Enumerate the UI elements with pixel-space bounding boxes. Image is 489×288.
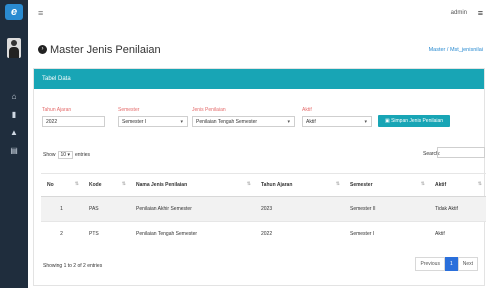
cell-kode: PTS <box>83 221 130 246</box>
card-header: Tabel Data <box>34 69 484 89</box>
user-avatar[interactable] <box>7 38 21 58</box>
cell-nama: Penilaian Tengah Semester <box>130 221 255 246</box>
cell-kode: PAS <box>83 196 130 222</box>
col-tahun-label: Tahun Ajaran <box>261 182 293 188</box>
tahun-label: Tahun Ajaran <box>42 107 72 113</box>
col-aktif[interactable]: Aktif ⇅ <box>429 173 486 197</box>
entries-label: entries <box>74 152 90 158</box>
document-icon[interactable]: ▤ <box>9 146 19 156</box>
entries-value: 10 <box>60 152 67 158</box>
save-button-label: Simpan Jenis Penilaian <box>391 118 444 124</box>
sort-icon: ⇅ <box>74 181 79 187</box>
tahun-input[interactable]: 2022 <box>42 116 105 127</box>
page-header: › Master Jenis Penilaian Master / Mst_je… <box>28 28 489 66</box>
col-no-label: No <box>47 182 54 188</box>
search-input[interactable] <box>437 147 485 158</box>
chevron-circle-icon: › <box>38 45 47 54</box>
cell-nama: Penilaian Akhir Semester <box>130 196 255 222</box>
col-no[interactable]: No ⇅ <box>41 173 83 197</box>
cell-no: 2 <box>41 221 83 246</box>
entries-select[interactable]: 10 ▾ <box>57 151 73 159</box>
aktif-select[interactable]: Aktif ▾ <box>302 116 372 127</box>
app-logo[interactable]: e <box>5 4 23 20</box>
cell-tahun: 2022 <box>255 221 344 246</box>
col-tahun[interactable]: Tahun Ajaran ⇅ <box>255 173 344 197</box>
table-info: Showing 1 to 2 of 2 entries <box>43 263 103 269</box>
book-icon[interactable]: ▮ <box>9 110 19 120</box>
col-semester[interactable]: Semester ⇅ <box>344 173 429 197</box>
hamburger-menu-icon[interactable]: ≡ <box>38 8 43 18</box>
semester-label: Semester <box>118 107 140 113</box>
jenis-label: Jenis Penilaian <box>192 107 226 113</box>
cell-semester: Semester I <box>344 221 429 246</box>
page-1-button[interactable]: 1 <box>444 257 458 271</box>
col-kode[interactable]: Kode ⇅ <box>83 173 130 197</box>
col-aktif-label: Aktif <box>435 182 447 188</box>
col-nama-label: Nama Jenis Penilaian <box>136 182 188 188</box>
next-button[interactable]: Next <box>457 257 478 271</box>
top-navbar: ≡ admin ≡ <box>28 0 489 29</box>
sort-icon: ⇅ <box>246 181 251 187</box>
aktif-value: Aktif <box>306 119 316 125</box>
building-icon[interactable]: ▲ <box>9 128 19 138</box>
sort-icon: ⇅ <box>420 181 425 187</box>
semester-select[interactable]: Semester I ▾ <box>118 116 188 127</box>
aktif-label: Aktif <box>302 107 312 113</box>
table-header-row: No ⇅ Kode ⇅ Nama Jenis Penilaian ⇅ Tahun Aj… <box>41 173 486 197</box>
tahun-value: 2022 <box>46 119 58 125</box>
dropdown-arrow-icon: ▾ <box>180 119 183 125</box>
sort-icon: ⇅ <box>477 181 482 187</box>
cell-aktif: Tidak Aktif <box>429 196 486 222</box>
cell-semester: Semester II <box>344 196 429 222</box>
sidebar: e ⌂ ▮ ▲ ▤ <box>0 0 28 288</box>
cell-no: 1 <box>41 196 83 222</box>
data-table: No ⇅ Kode ⇅ Nama Jenis Penilaian ⇅ Tahun Aj… <box>41 173 486 246</box>
col-nama[interactable]: Nama Jenis Penilaian ⇅ <box>130 173 255 197</box>
col-kode-label: Kode <box>89 182 102 188</box>
settings-menu-icon[interactable]: ≡ <box>478 8 483 18</box>
save-button[interactable]: ▣ Simpan Jenis Penilaian <box>378 115 450 127</box>
page-title: Master Jenis Penilaian <box>50 44 161 56</box>
sort-icon: ⇅ <box>335 181 340 187</box>
jenis-value: Penilaian Tengah Semester <box>196 119 258 125</box>
card-title: Tabel Data <box>42 76 71 82</box>
table-row[interactable]: 2 PTS Penilaian Tengah Semester 2022 Sem… <box>41 221 486 246</box>
data-card: Tabel Data Tahun Ajaran 2022 Semester Se… <box>33 68 486 286</box>
sort-icon: ⇅ <box>121 181 126 187</box>
user-name[interactable]: admin <box>451 10 467 16</box>
breadcrumb[interactable]: Master / Mst_jenisnilai <box>429 47 483 53</box>
dropdown-arrow-icon: ▾ <box>364 119 367 125</box>
prev-button[interactable]: Previous <box>415 257 445 271</box>
home-icon[interactable]: ⌂ <box>9 92 19 102</box>
jenis-select[interactable]: Penilaian Tengah Semester ▾ <box>192 116 295 127</box>
pagination: Previous 1 Next <box>415 257 478 271</box>
show-label: Show <box>43 152 56 158</box>
cell-tahun: 2023 <box>255 196 344 222</box>
table-row[interactable]: 1 PAS Penilaian Akhir Semester 2023 Seme… <box>41 196 486 222</box>
entries-length: Show 10 ▾ entries <box>43 151 90 159</box>
semester-value: Semester I <box>122 119 147 125</box>
col-semester-label: Semester <box>350 182 373 188</box>
cell-aktif: Aktif <box>429 221 486 246</box>
dropdown-arrow-icon: ▾ <box>287 119 290 125</box>
